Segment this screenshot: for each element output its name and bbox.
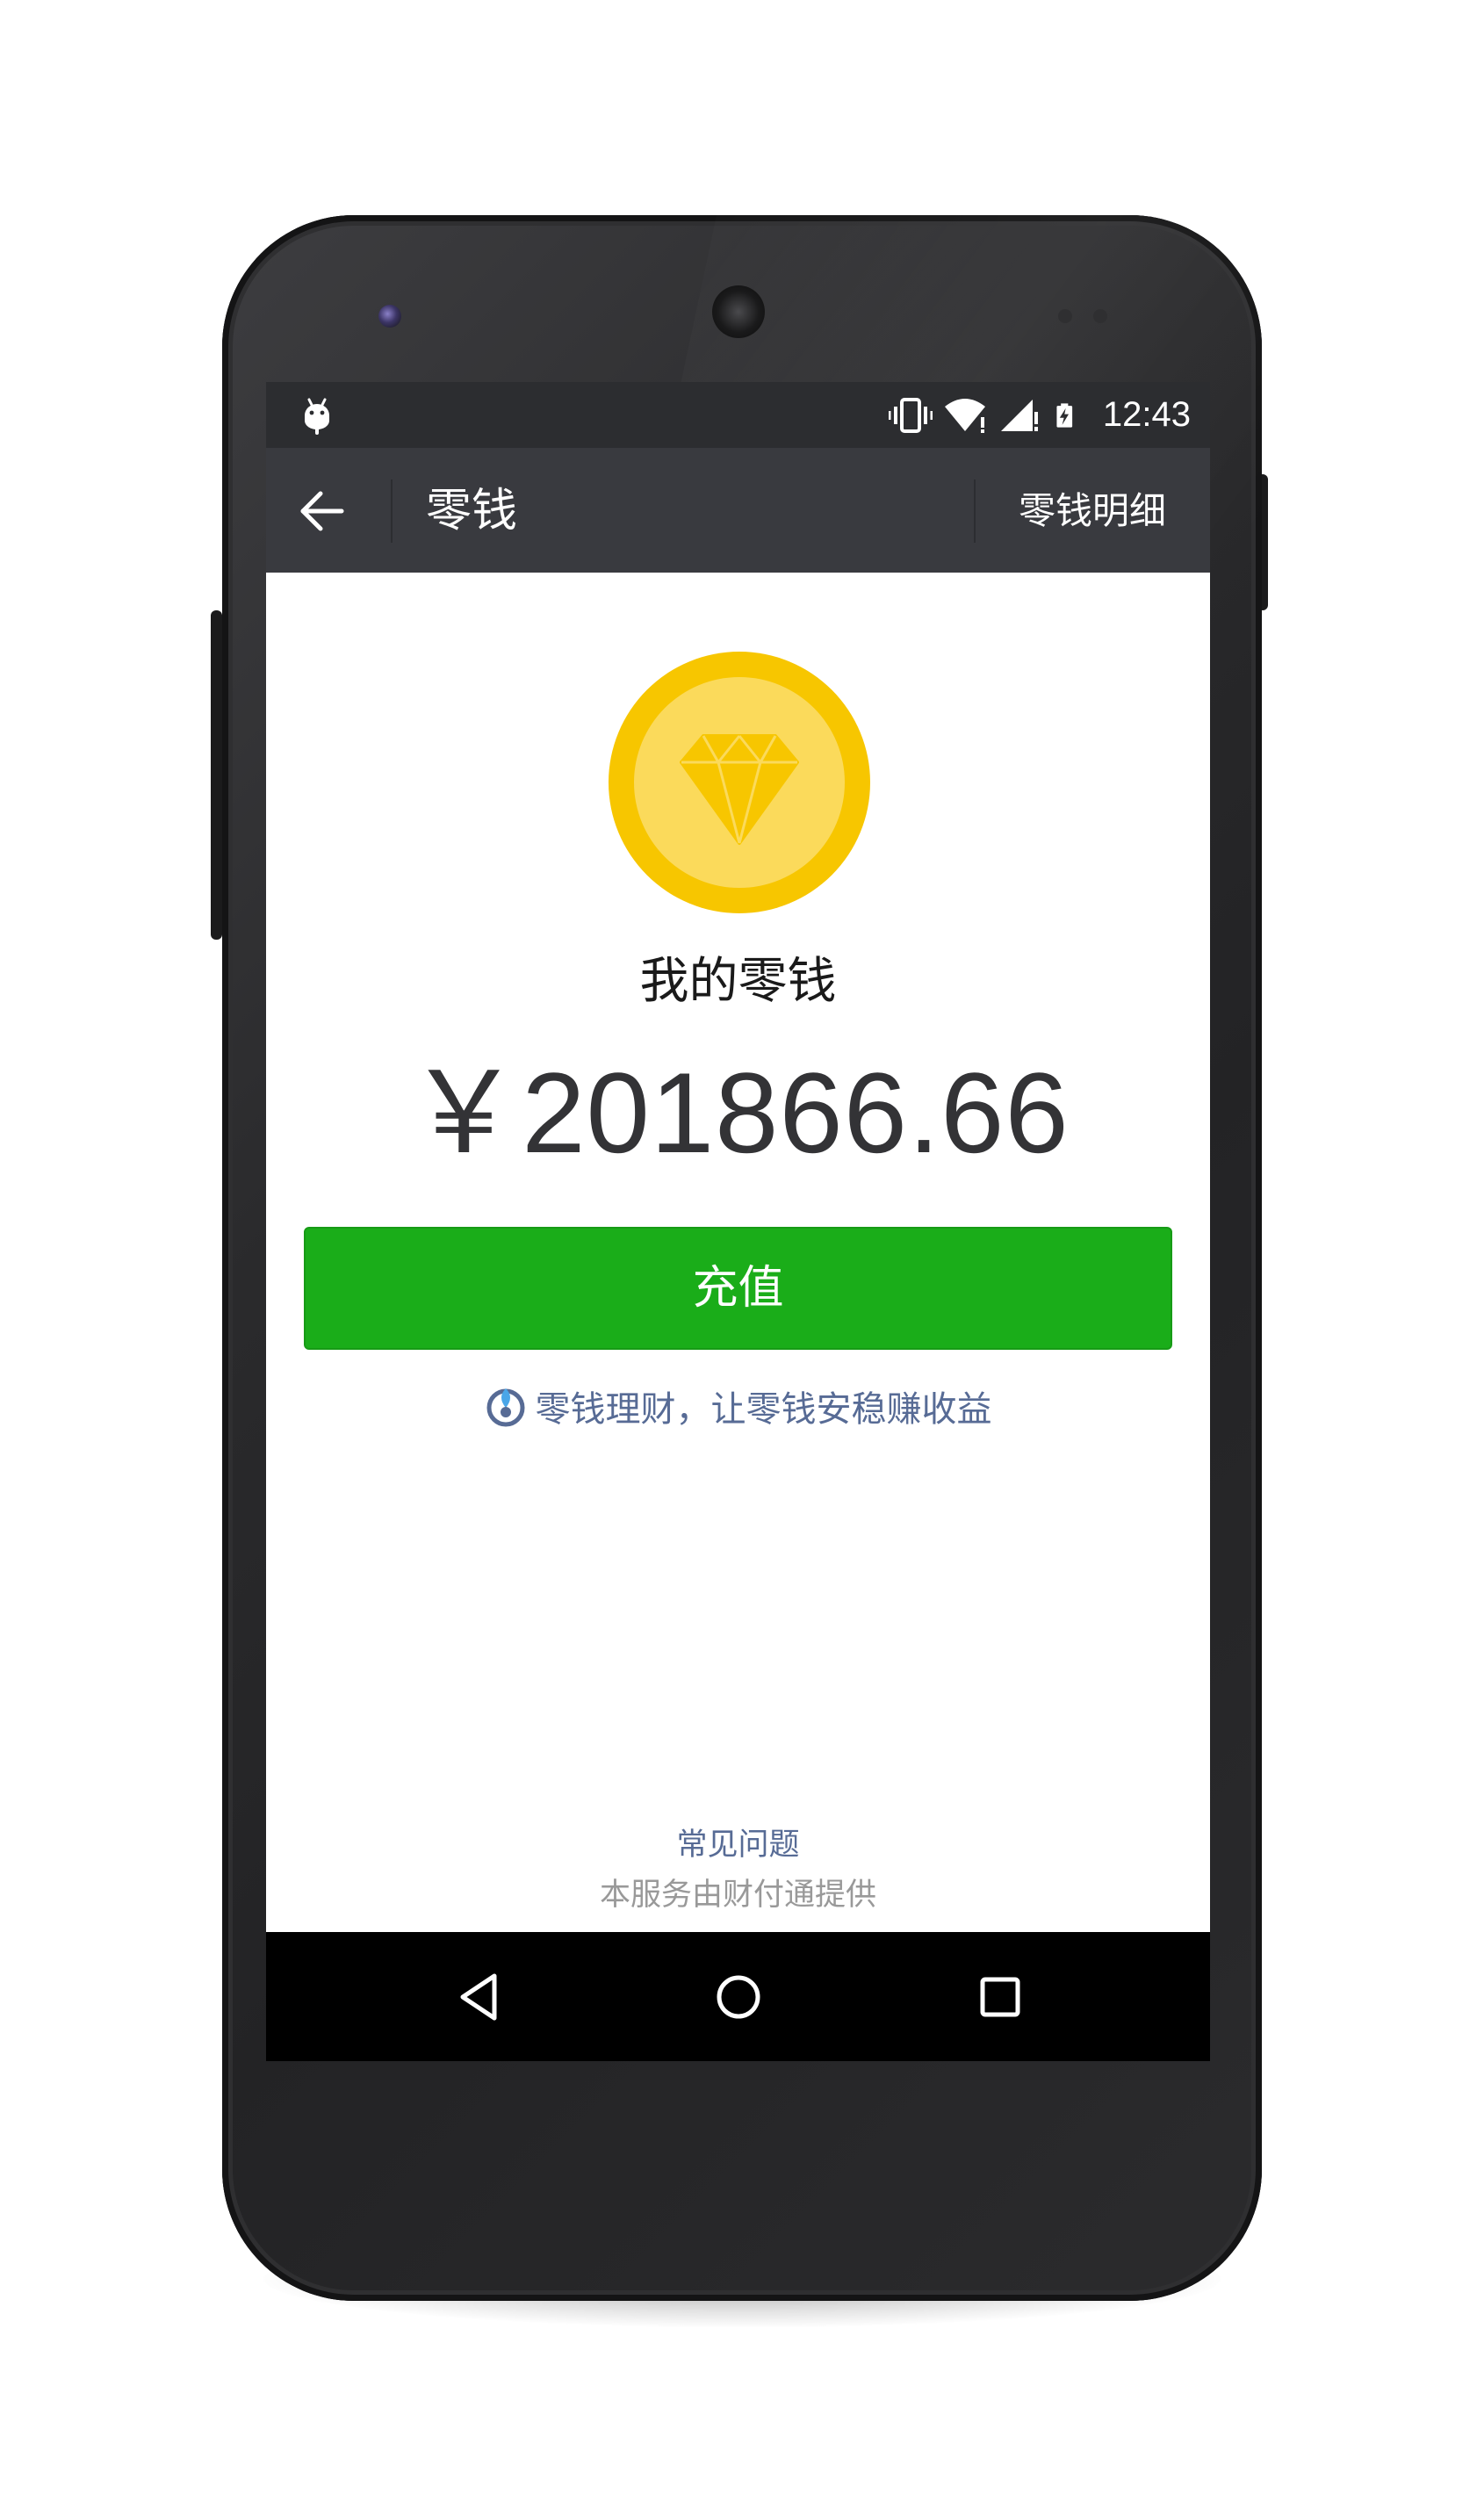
balance-label: 我的零钱 (639, 953, 837, 1010)
wifi-icon (944, 398, 985, 433)
light-sensor (1093, 309, 1107, 323)
status-icons: 12:43 (888, 382, 1191, 448)
android-debug-icon (305, 398, 329, 435)
page-title: 零钱 (426, 485, 518, 537)
status-bar: 12:43 (266, 382, 1210, 448)
back-arrow-button[interactable] (291, 479, 354, 543)
licaitong-icon (486, 1388, 524, 1427)
signal-icon (1000, 399, 1038, 431)
proximity-sensor (1058, 309, 1072, 323)
diamond-coin-icon (609, 652, 870, 913)
topup-button[interactable]: 充值 (304, 1227, 1172, 1350)
home-circle-icon[interactable] (707, 1965, 770, 2029)
vibrate-icon (888, 397, 933, 433)
recent-square-icon[interactable] (969, 1965, 1032, 2029)
earpiece-speaker (712, 285, 765, 338)
volume-button (211, 610, 222, 940)
provider-note: 本服务由财付通提供 (599, 1878, 876, 1913)
battery-charging-icon (1056, 402, 1073, 428)
phone-screen: 12:43 零钱 零钱明细 我的零钱 ￥201866.66 充值 零钱理财，让零… (266, 382, 1210, 2061)
balance-detail-link[interactable]: 零钱明细 (1019, 479, 1166, 543)
action-bar: 零钱 零钱明细 (266, 448, 1210, 573)
back-triangle-icon[interactable] (447, 1965, 510, 2029)
clock: 12:43 (1102, 395, 1191, 434)
action-bar-divider (974, 479, 976, 543)
front-camera (378, 305, 401, 328)
balance-amount: ￥201866.66 (407, 1049, 1070, 1177)
licai-link[interactable]: 零钱理财，让零钱安稳赚收益 (266, 1381, 1210, 1431)
action-bar-divider (391, 479, 393, 543)
faq-link[interactable]: 常见问题 (266, 1820, 1210, 1864)
system-nav-bar (266, 1932, 1210, 2061)
device-mockup: 12:43 零钱 零钱明细 我的零钱 ￥201866.66 充值 零钱理财，让零… (0, 0, 1484, 2509)
licai-link-text: 零钱理财，让零钱安稳赚收益 (535, 1389, 992, 1430)
wallet-content: 我的零钱 ￥201866.66 充值 零钱理财，让零钱安稳赚收益 常见问题 本服… (266, 573, 1210, 1932)
